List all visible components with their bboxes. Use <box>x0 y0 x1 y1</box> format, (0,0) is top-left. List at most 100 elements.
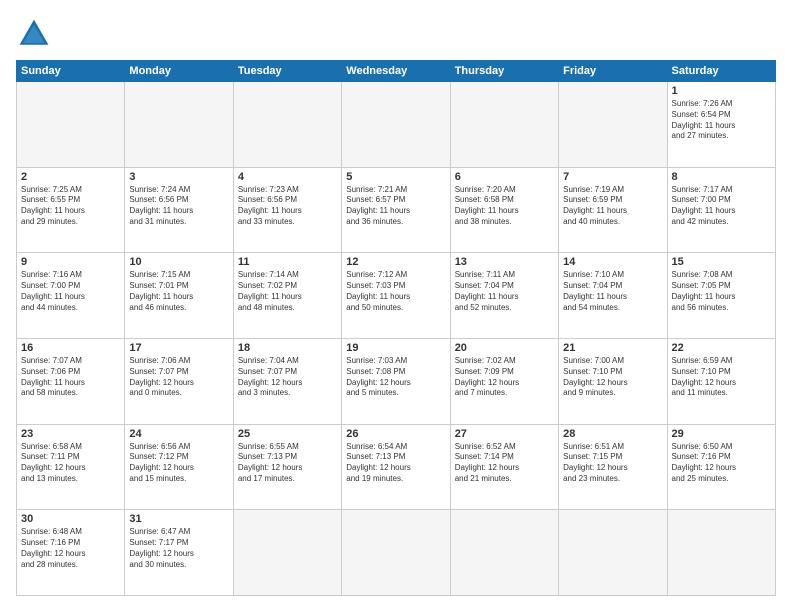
calendar-cell: 2Sunrise: 7:25 AM Sunset: 6:55 PM Daylig… <box>17 167 125 253</box>
day-number: 4 <box>238 171 337 183</box>
logo-icon <box>16 16 52 52</box>
day-info: Sunrise: 7:04 AM Sunset: 7:07 PM Dayligh… <box>238 356 337 399</box>
day-number: 18 <box>238 342 337 354</box>
calendar-cell <box>17 82 125 168</box>
calendar-cell: 31 Sunrise: 6:47 AM Sunset: 7:17 PM Dayli… <box>125 510 233 596</box>
day-info: Sunrise: 7:06 AM Sunset: 7:07 PM Dayligh… <box>129 356 228 399</box>
day-number: 3 <box>129 171 228 183</box>
day-info: Sunrise: 6:54 AM Sunset: 7:13 PM Dayligh… <box>346 442 445 485</box>
day-number: 2 <box>21 171 120 183</box>
calendar-cell: 3 Sunrise: 7:24 AM Sunset: 6:56 PM Daylig… <box>125 167 233 253</box>
day-number: 14 <box>563 256 662 268</box>
day-number: 19 <box>346 342 445 354</box>
day-info: Sunrise: 6:55 AM Sunset: 7:13 PM Dayligh… <box>238 442 337 485</box>
calendar-cell <box>233 82 341 168</box>
calendar-week-row: 23 Sunrise: 6:58 AM Sunset: 7:11 PM Dayli… <box>17 424 776 510</box>
calendar-cell: 6Sunrise: 7:20 AM Sunset: 6:58 PM Daylig… <box>450 167 558 253</box>
day-info: Sunrise: 7:14 AM Sunset: 7:02 PM Dayligh… <box>238 270 337 313</box>
calendar-week-row: 2Sunrise: 7:25 AM Sunset: 6:55 PM Daylig… <box>17 167 776 253</box>
calendar-cell: 21 Sunrise: 7:00 AM Sunset: 7:10 PM Dayli… <box>559 338 667 424</box>
weekday-header-sunday: Sunday <box>17 61 125 82</box>
calendar-week-row: 9Sunrise: 7:16 AM Sunset: 7:00 PM Daylig… <box>17 253 776 339</box>
calendar-cell: 16 Sunrise: 7:07 AM Sunset: 7:06 PM Dayli… <box>17 338 125 424</box>
calendar-cell <box>342 82 450 168</box>
day-number: 28 <box>563 428 662 440</box>
day-number: 1 <box>672 85 771 97</box>
day-number: 23 <box>21 428 120 440</box>
day-info: Sunrise: 7:26 AM Sunset: 6:54 PM Dayligh… <box>672 99 771 142</box>
day-info: Sunrise: 7:15 AM Sunset: 7:01 PM Dayligh… <box>129 270 228 313</box>
day-number: 30 <box>21 513 120 525</box>
calendar-table: SundayMondayTuesdayWednesdayThursdayFrid… <box>16 60 776 596</box>
day-info: Sunrise: 7:16 AM Sunset: 7:00 PM Dayligh… <box>21 270 120 313</box>
day-number: 13 <box>455 256 554 268</box>
day-number: 22 <box>672 342 771 354</box>
day-number: 20 <box>455 342 554 354</box>
day-info: Sunrise: 7:24 AM Sunset: 6:56 PM Dayligh… <box>129 185 228 228</box>
day-number: 31 <box>129 513 228 525</box>
calendar-cell: 25 Sunrise: 6:55 AM Sunset: 7:13 PM Dayli… <box>233 424 341 510</box>
calendar-cell <box>125 82 233 168</box>
calendar-cell: 12Sunrise: 7:12 AM Sunset: 7:03 PM Dayli… <box>342 253 450 339</box>
weekday-header-saturday: Saturday <box>667 61 775 82</box>
day-info: Sunrise: 6:52 AM Sunset: 7:14 PM Dayligh… <box>455 442 554 485</box>
day-info: Sunrise: 7:03 AM Sunset: 7:08 PM Dayligh… <box>346 356 445 399</box>
day-info: Sunrise: 7:07 AM Sunset: 7:06 PM Dayligh… <box>21 356 120 399</box>
day-number: 27 <box>455 428 554 440</box>
day-number: 26 <box>346 428 445 440</box>
day-info: Sunrise: 6:50 AM Sunset: 7:16 PM Dayligh… <box>672 442 771 485</box>
day-number: 15 <box>672 256 771 268</box>
calendar-cell: 19 Sunrise: 7:03 AM Sunset: 7:08 PM Dayli… <box>342 338 450 424</box>
day-number: 21 <box>563 342 662 354</box>
day-info: Sunrise: 6:47 AM Sunset: 7:17 PM Dayligh… <box>129 527 228 570</box>
day-info: Sunrise: 7:21 AM Sunset: 6:57 PM Dayligh… <box>346 185 445 228</box>
day-number: 25 <box>238 428 337 440</box>
calendar-cell: 9Sunrise: 7:16 AM Sunset: 7:00 PM Daylig… <box>17 253 125 339</box>
day-number: 29 <box>672 428 771 440</box>
day-number: 10 <box>129 256 228 268</box>
day-info: Sunrise: 7:17 AM Sunset: 7:00 PM Dayligh… <box>672 185 771 228</box>
day-info: Sunrise: 6:59 AM Sunset: 7:10 PM Dayligh… <box>672 356 771 399</box>
day-info: Sunrise: 6:58 AM Sunset: 7:11 PM Dayligh… <box>21 442 120 485</box>
calendar-cell: 17 Sunrise: 7:06 AM Sunset: 7:07 PM Dayli… <box>125 338 233 424</box>
day-number: 12 <box>346 256 445 268</box>
page: SundayMondayTuesdayWednesdayThursdayFrid… <box>0 0 792 612</box>
calendar-cell: 26 Sunrise: 6:54 AM Sunset: 7:13 PM Dayli… <box>342 424 450 510</box>
calendar-cell: 15 Sunrise: 7:08 AM Sunset: 7:05 PM Dayli… <box>667 253 775 339</box>
calendar-week-row: 16 Sunrise: 7:07 AM Sunset: 7:06 PM Dayli… <box>17 338 776 424</box>
day-info: Sunrise: 7:23 AM Sunset: 6:56 PM Dayligh… <box>238 185 337 228</box>
calendar-cell <box>667 510 775 596</box>
day-number: 16 <box>21 342 120 354</box>
weekday-header-friday: Friday <box>559 61 667 82</box>
calendar-cell: 20 Sunrise: 7:02 AM Sunset: 7:09 PM Dayli… <box>450 338 558 424</box>
calendar-cell: 23 Sunrise: 6:58 AM Sunset: 7:11 PM Dayli… <box>17 424 125 510</box>
day-info: Sunrise: 7:02 AM Sunset: 7:09 PM Dayligh… <box>455 356 554 399</box>
calendar-cell: 14Sunrise: 7:10 AM Sunset: 7:04 PM Dayli… <box>559 253 667 339</box>
weekday-header-monday: Monday <box>125 61 233 82</box>
weekday-header-thursday: Thursday <box>450 61 558 82</box>
weekday-header-tuesday: Tuesday <box>233 61 341 82</box>
day-number: 17 <box>129 342 228 354</box>
day-info: Sunrise: 7:00 AM Sunset: 7:10 PM Dayligh… <box>563 356 662 399</box>
calendar-cell: 28Sunrise: 6:51 AM Sunset: 7:15 PM Dayli… <box>559 424 667 510</box>
calendar-cell <box>450 510 558 596</box>
day-number: 7 <box>563 171 662 183</box>
weekday-header-wednesday: Wednesday <box>342 61 450 82</box>
calendar-cell: 7Sunrise: 7:19 AM Sunset: 6:59 PM Daylig… <box>559 167 667 253</box>
day-info: Sunrise: 6:48 AM Sunset: 7:16 PM Dayligh… <box>21 527 120 570</box>
day-info: Sunrise: 7:11 AM Sunset: 7:04 PM Dayligh… <box>455 270 554 313</box>
calendar-cell: 4 Sunrise: 7:23 AM Sunset: 6:56 PM Daylig… <box>233 167 341 253</box>
calendar-cell: 1 Sunrise: 7:26 AM Sunset: 6:54 PM Daylig… <box>667 82 775 168</box>
calendar-week-row: 30 Sunrise: 6:48 AM Sunset: 7:16 PM Dayli… <box>17 510 776 596</box>
day-number: 11 <box>238 256 337 268</box>
day-number: 5 <box>346 171 445 183</box>
calendar-cell: 8 Sunrise: 7:17 AM Sunset: 7:00 PM Daylig… <box>667 167 775 253</box>
calendar-cell <box>559 82 667 168</box>
calendar-cell: 30 Sunrise: 6:48 AM Sunset: 7:16 PM Dayli… <box>17 510 125 596</box>
calendar-week-row: 1 Sunrise: 7:26 AM Sunset: 6:54 PM Daylig… <box>17 82 776 168</box>
day-info: Sunrise: 6:56 AM Sunset: 7:12 PM Dayligh… <box>129 442 228 485</box>
day-number: 8 <box>672 171 771 183</box>
calendar-cell <box>233 510 341 596</box>
day-info: Sunrise: 7:08 AM Sunset: 7:05 PM Dayligh… <box>672 270 771 313</box>
calendar-cell: 27 Sunrise: 6:52 AM Sunset: 7:14 PM Dayli… <box>450 424 558 510</box>
